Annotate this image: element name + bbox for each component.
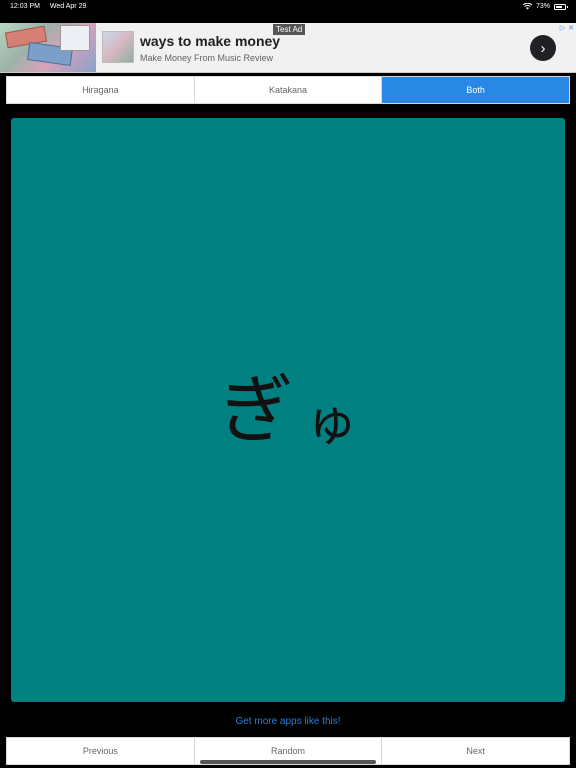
status-right: 73% (522, 3, 568, 10)
ad-banner[interactable]: Test Ad ways to make money Make Money Fr… (0, 23, 576, 73)
status-bar: 12:03 PM Wed Apr 29 73% (0, 0, 576, 14)
home-indicator[interactable] (200, 760, 376, 764)
wifi-icon (522, 3, 532, 10)
battery-icon (554, 3, 568, 10)
segment-katakana[interactable]: Katakana (195, 77, 383, 103)
ad-choices[interactable]: ▷ ✕ (560, 24, 574, 32)
flashcard[interactable]: ぎ ゅ (11, 118, 565, 702)
next-button[interactable]: Next (382, 738, 569, 764)
status-date: Wed Apr 29 (49, 3, 87, 10)
more-apps-link[interactable]: Get more apps like this! (0, 716, 576, 727)
status-time: 12:03 PM (10, 3, 40, 10)
chevron-right-icon[interactable]: › (530, 35, 556, 61)
status-left: 12:03 PM Wed Apr 29 (10, 3, 94, 10)
segment-hiragana[interactable]: Hiragana (7, 77, 195, 103)
ad-subtitle[interactable]: Make Money From Music Review (140, 53, 273, 63)
kana-display: ぎ ゅ (218, 365, 358, 454)
ad-image[interactable] (0, 23, 96, 72)
kana-small: ゅ (305, 392, 358, 453)
ad-thumbnail[interactable] (102, 31, 134, 63)
ad-title[interactable]: ways to make money (140, 33, 280, 49)
kana-main: ぎ (218, 365, 294, 454)
kana-type-segmented-control[interactable]: Hiragana Katakana Both (6, 76, 570, 104)
battery-percent: 73% (535, 3, 550, 10)
ad-image-calculator (60, 25, 90, 51)
ad-choices-icon[interactable]: ▷ (560, 24, 565, 32)
previous-button[interactable]: Previous (7, 738, 195, 764)
segment-both[interactable]: Both (382, 77, 570, 103)
close-icon[interactable]: ✕ (568, 24, 574, 32)
battery-fill (556, 5, 562, 8)
